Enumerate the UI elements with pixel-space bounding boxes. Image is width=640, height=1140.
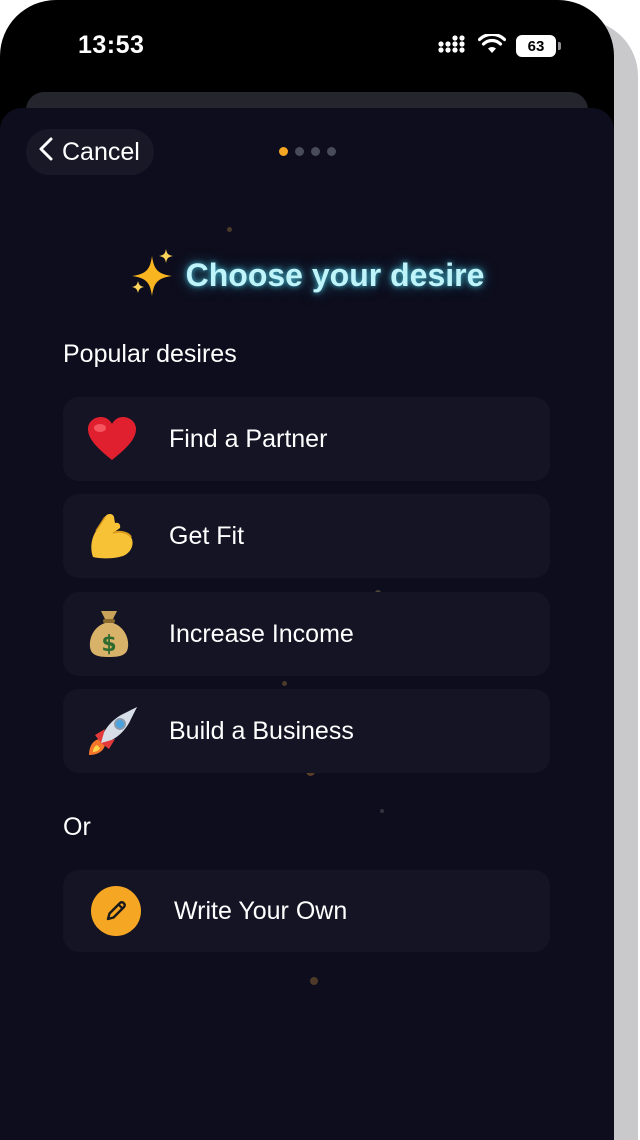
page-dot-active	[279, 147, 288, 156]
cancel-label: Cancel	[62, 137, 140, 166]
option-label: Get Fit	[169, 521, 245, 550]
write-your-own-button[interactable]: Write Your Own	[63, 870, 550, 952]
status-bar: 13:53 63	[0, 0, 614, 90]
money-bag-icon: $	[87, 609, 167, 659]
write-own-icon-wrapper	[91, 886, 172, 936]
svg-text:$: $	[101, 632, 116, 657]
decorative-dot	[380, 809, 384, 813]
option-label: Find a Partner	[169, 424, 328, 453]
status-icons: 63	[438, 32, 561, 59]
option-get-fit[interactable]: Get Fit	[63, 494, 550, 578]
device-frame: 13:53 63 Cancel Choose your desire Popul…	[0, 0, 614, 1140]
screen: 13:53 63 Cancel Choose your desire Popul…	[0, 0, 640, 1140]
page-title: Choose your desire	[185, 257, 485, 293]
page-dot	[311, 147, 320, 156]
pencil-icon	[91, 886, 141, 936]
or-label: Or	[63, 813, 91, 841]
write-your-own-label: Write Your Own	[174, 896, 348, 925]
decorative-dot	[227, 227, 232, 232]
page-dot	[327, 147, 336, 156]
chevron-left-icon	[38, 136, 54, 169]
option-label: Increase Income	[169, 619, 354, 648]
popular-desires-label: Popular desires	[63, 340, 237, 368]
cancel-button[interactable]: Cancel	[26, 129, 154, 175]
option-label: Build a Business	[169, 716, 354, 745]
decorative-dot	[310, 977, 318, 985]
wifi-icon	[477, 32, 507, 59]
heart-icon	[87, 416, 167, 462]
flexed-biceps-icon	[87, 511, 167, 561]
decorative-dot	[282, 681, 287, 686]
battery-level: 63	[527, 37, 545, 55]
cellular-signal-icon	[438, 34, 468, 59]
battery-icon: 63	[516, 35, 561, 57]
option-build-a-business[interactable]: Build a Business	[63, 689, 550, 773]
modal-sheet: Cancel Choose your desire Popular desire…	[0, 108, 614, 1140]
page-dot	[295, 147, 304, 156]
rocket-icon	[87, 705, 167, 757]
sparkles-icon	[130, 248, 176, 303]
page-indicator	[279, 147, 336, 156]
status-time: 13:53	[78, 31, 145, 59]
option-find-a-partner[interactable]: Find a Partner	[63, 397, 550, 481]
heading: Choose your desire	[0, 248, 614, 303]
option-increase-income[interactable]: $ Increase Income	[63, 592, 550, 676]
